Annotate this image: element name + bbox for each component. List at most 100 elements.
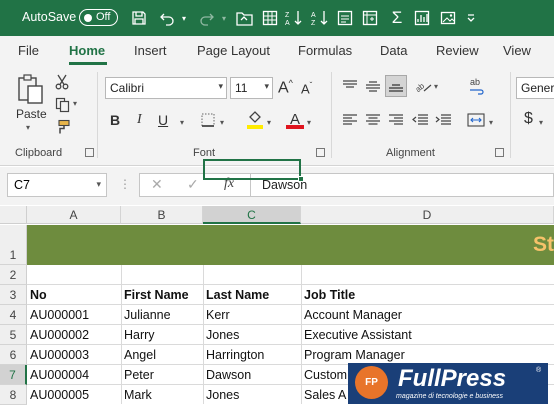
fill-color-icon[interactable] [245, 109, 265, 129]
paste-dropdown-icon[interactable]: ▾ [26, 123, 30, 132]
cell-c3[interactable]: Last Name [203, 288, 301, 302]
column-header-a[interactable]: A [27, 206, 121, 224]
title-banner[interactable]: St [27, 225, 554, 265]
sort-ascending-icon[interactable]: AZ [309, 6, 331, 30]
align-middle-icon[interactable] [364, 77, 382, 95]
column-header-c[interactable]: C [203, 206, 301, 224]
underline-dropdown-icon[interactable]: ▾ [180, 118, 184, 127]
cell-d5[interactable]: Executive Assistant [301, 328, 554, 342]
table-icon[interactable] [259, 6, 281, 30]
paste-icon[interactable] [14, 72, 48, 106]
undo-icon[interactable] [156, 6, 178, 30]
column-header-b[interactable]: B [121, 206, 203, 224]
align-left-icon[interactable] [341, 111, 359, 129]
sort-descending-icon[interactable]: ZA [283, 6, 305, 30]
row-header-5[interactable]: 5 [0, 325, 27, 345]
cell-a3[interactable]: No [27, 288, 121, 302]
cell-a4[interactable]: AU000001 [27, 308, 121, 322]
format-painter-icon[interactable] [53, 118, 71, 136]
redo-dropdown-icon[interactable]: ▾ [218, 6, 230, 30]
font-name-select[interactable]: Calibri ▾ [105, 77, 227, 99]
tab-review[interactable]: Review [436, 43, 479, 58]
bold-button[interactable]: B [110, 112, 120, 128]
undo-dropdown-icon[interactable]: ▾ [178, 6, 190, 30]
cell-d3[interactable]: Job Title [301, 288, 554, 302]
currency-icon[interactable]: $ [524, 110, 533, 128]
tab-page-layout[interactable]: Page Layout [197, 43, 270, 58]
fill-color-dropdown-icon[interactable]: ▾ [267, 118, 271, 127]
cell-c8[interactable]: Jones [203, 388, 301, 402]
row-header-2[interactable]: 2 [0, 265, 27, 285]
cut-icon[interactable] [53, 73, 71, 91]
align-center-icon[interactable] [364, 111, 382, 129]
cell-b3[interactable]: First Name [121, 288, 203, 302]
row-header-3[interactable]: 3 [0, 285, 27, 305]
row-header-8[interactable]: 8 [0, 385, 27, 405]
increase-indent-icon[interactable] [434, 111, 452, 129]
italic-button[interactable]: I [137, 112, 142, 128]
tab-home[interactable]: Home [69, 43, 105, 58]
redo-icon[interactable] [196, 6, 218, 30]
cancel-icon[interactable]: ✕ [151, 176, 163, 193]
orientation-icon[interactable]: ab [413, 76, 433, 96]
borders-icon[interactable] [199, 111, 217, 129]
autosave-toggle[interactable]: Off [79, 9, 118, 26]
cell-c7[interactable]: Dawson [203, 368, 301, 382]
font-color-dropdown-icon[interactable]: ▾ [307, 118, 311, 127]
alignment-launcher-icon[interactable] [495, 148, 504, 157]
align-bottom-icon[interactable] [385, 75, 407, 97]
save-icon[interactable] [128, 6, 150, 30]
decrease-indent-icon[interactable] [411, 111, 429, 129]
form-icon[interactable] [334, 6, 356, 30]
clipboard-launcher-icon[interactable] [85, 148, 94, 157]
paste-label[interactable]: Paste [16, 107, 47, 121]
tab-formulas[interactable]: Formulas [298, 43, 352, 58]
cell-c6[interactable]: Harrington [203, 348, 301, 362]
currency-dropdown-icon[interactable]: ▾ [539, 118, 543, 127]
row-header-1[interactable]: 1 [0, 225, 27, 265]
pivot-table-icon[interactable] [359, 6, 381, 30]
cell-a5[interactable]: AU000002 [27, 328, 121, 342]
borders-dropdown-icon[interactable]: ▾ [220, 118, 224, 127]
open-folder-icon[interactable] [233, 6, 255, 30]
cell-a7[interactable]: AU000004 [27, 368, 121, 382]
enter-icon[interactable]: ✓ [187, 176, 199, 193]
cell-b8[interactable]: Mark [121, 388, 203, 402]
underline-button[interactable]: U [158, 112, 168, 128]
autosum-icon[interactable]: Σ [386, 6, 408, 30]
cell-b5[interactable]: Harry [121, 328, 203, 342]
drag-handle-icon[interactable]: ⋮ [119, 177, 131, 191]
row-header-7[interactable]: 7 [0, 365, 27, 385]
align-right-icon[interactable] [387, 111, 405, 129]
merge-dropdown-icon[interactable]: ▾ [489, 118, 493, 127]
cell-a8[interactable]: AU000005 [27, 388, 121, 402]
copy-icon[interactable] [53, 96, 71, 114]
fill-handle[interactable] [298, 176, 304, 182]
tab-data[interactable]: Data [380, 43, 407, 58]
row-header-6[interactable]: 6 [0, 345, 27, 365]
row-header-4[interactable]: 4 [0, 305, 27, 325]
align-top-icon[interactable] [341, 77, 359, 95]
orientation-dropdown-icon[interactable]: ▾ [434, 82, 438, 91]
chart-icon[interactable] [411, 6, 433, 30]
copy-dropdown-icon[interactable]: ▾ [73, 99, 77, 108]
merge-center-icon[interactable] [466, 110, 486, 130]
font-launcher-icon[interactable] [316, 148, 325, 157]
cell-b4[interactable]: Julianne [121, 308, 203, 322]
cell-d6[interactable]: Program Manager [301, 348, 554, 362]
customize-qat-icon[interactable] [461, 6, 481, 30]
cell-c5[interactable]: Jones [203, 328, 301, 342]
wrap-text-icon[interactable]: ab [467, 76, 489, 96]
decrease-font-size-button[interactable]: Aˇ [301, 81, 312, 96]
font-color-button[interactable]: A [285, 108, 305, 130]
number-format-select[interactable]: Gener [516, 77, 554, 99]
column-header-d[interactable]: D [301, 206, 554, 224]
tab-file[interactable]: File [18, 43, 39, 58]
tab-view[interactable]: View [503, 43, 531, 58]
name-box[interactable]: C7 ▾ [7, 173, 107, 197]
tab-insert[interactable]: Insert [134, 43, 167, 58]
cell-a6[interactable]: AU000003 [27, 348, 121, 362]
cell-d4[interactable]: Account Manager [301, 308, 554, 322]
select-all-corner[interactable] [0, 206, 27, 224]
cell-b6[interactable]: Angel [121, 348, 203, 362]
